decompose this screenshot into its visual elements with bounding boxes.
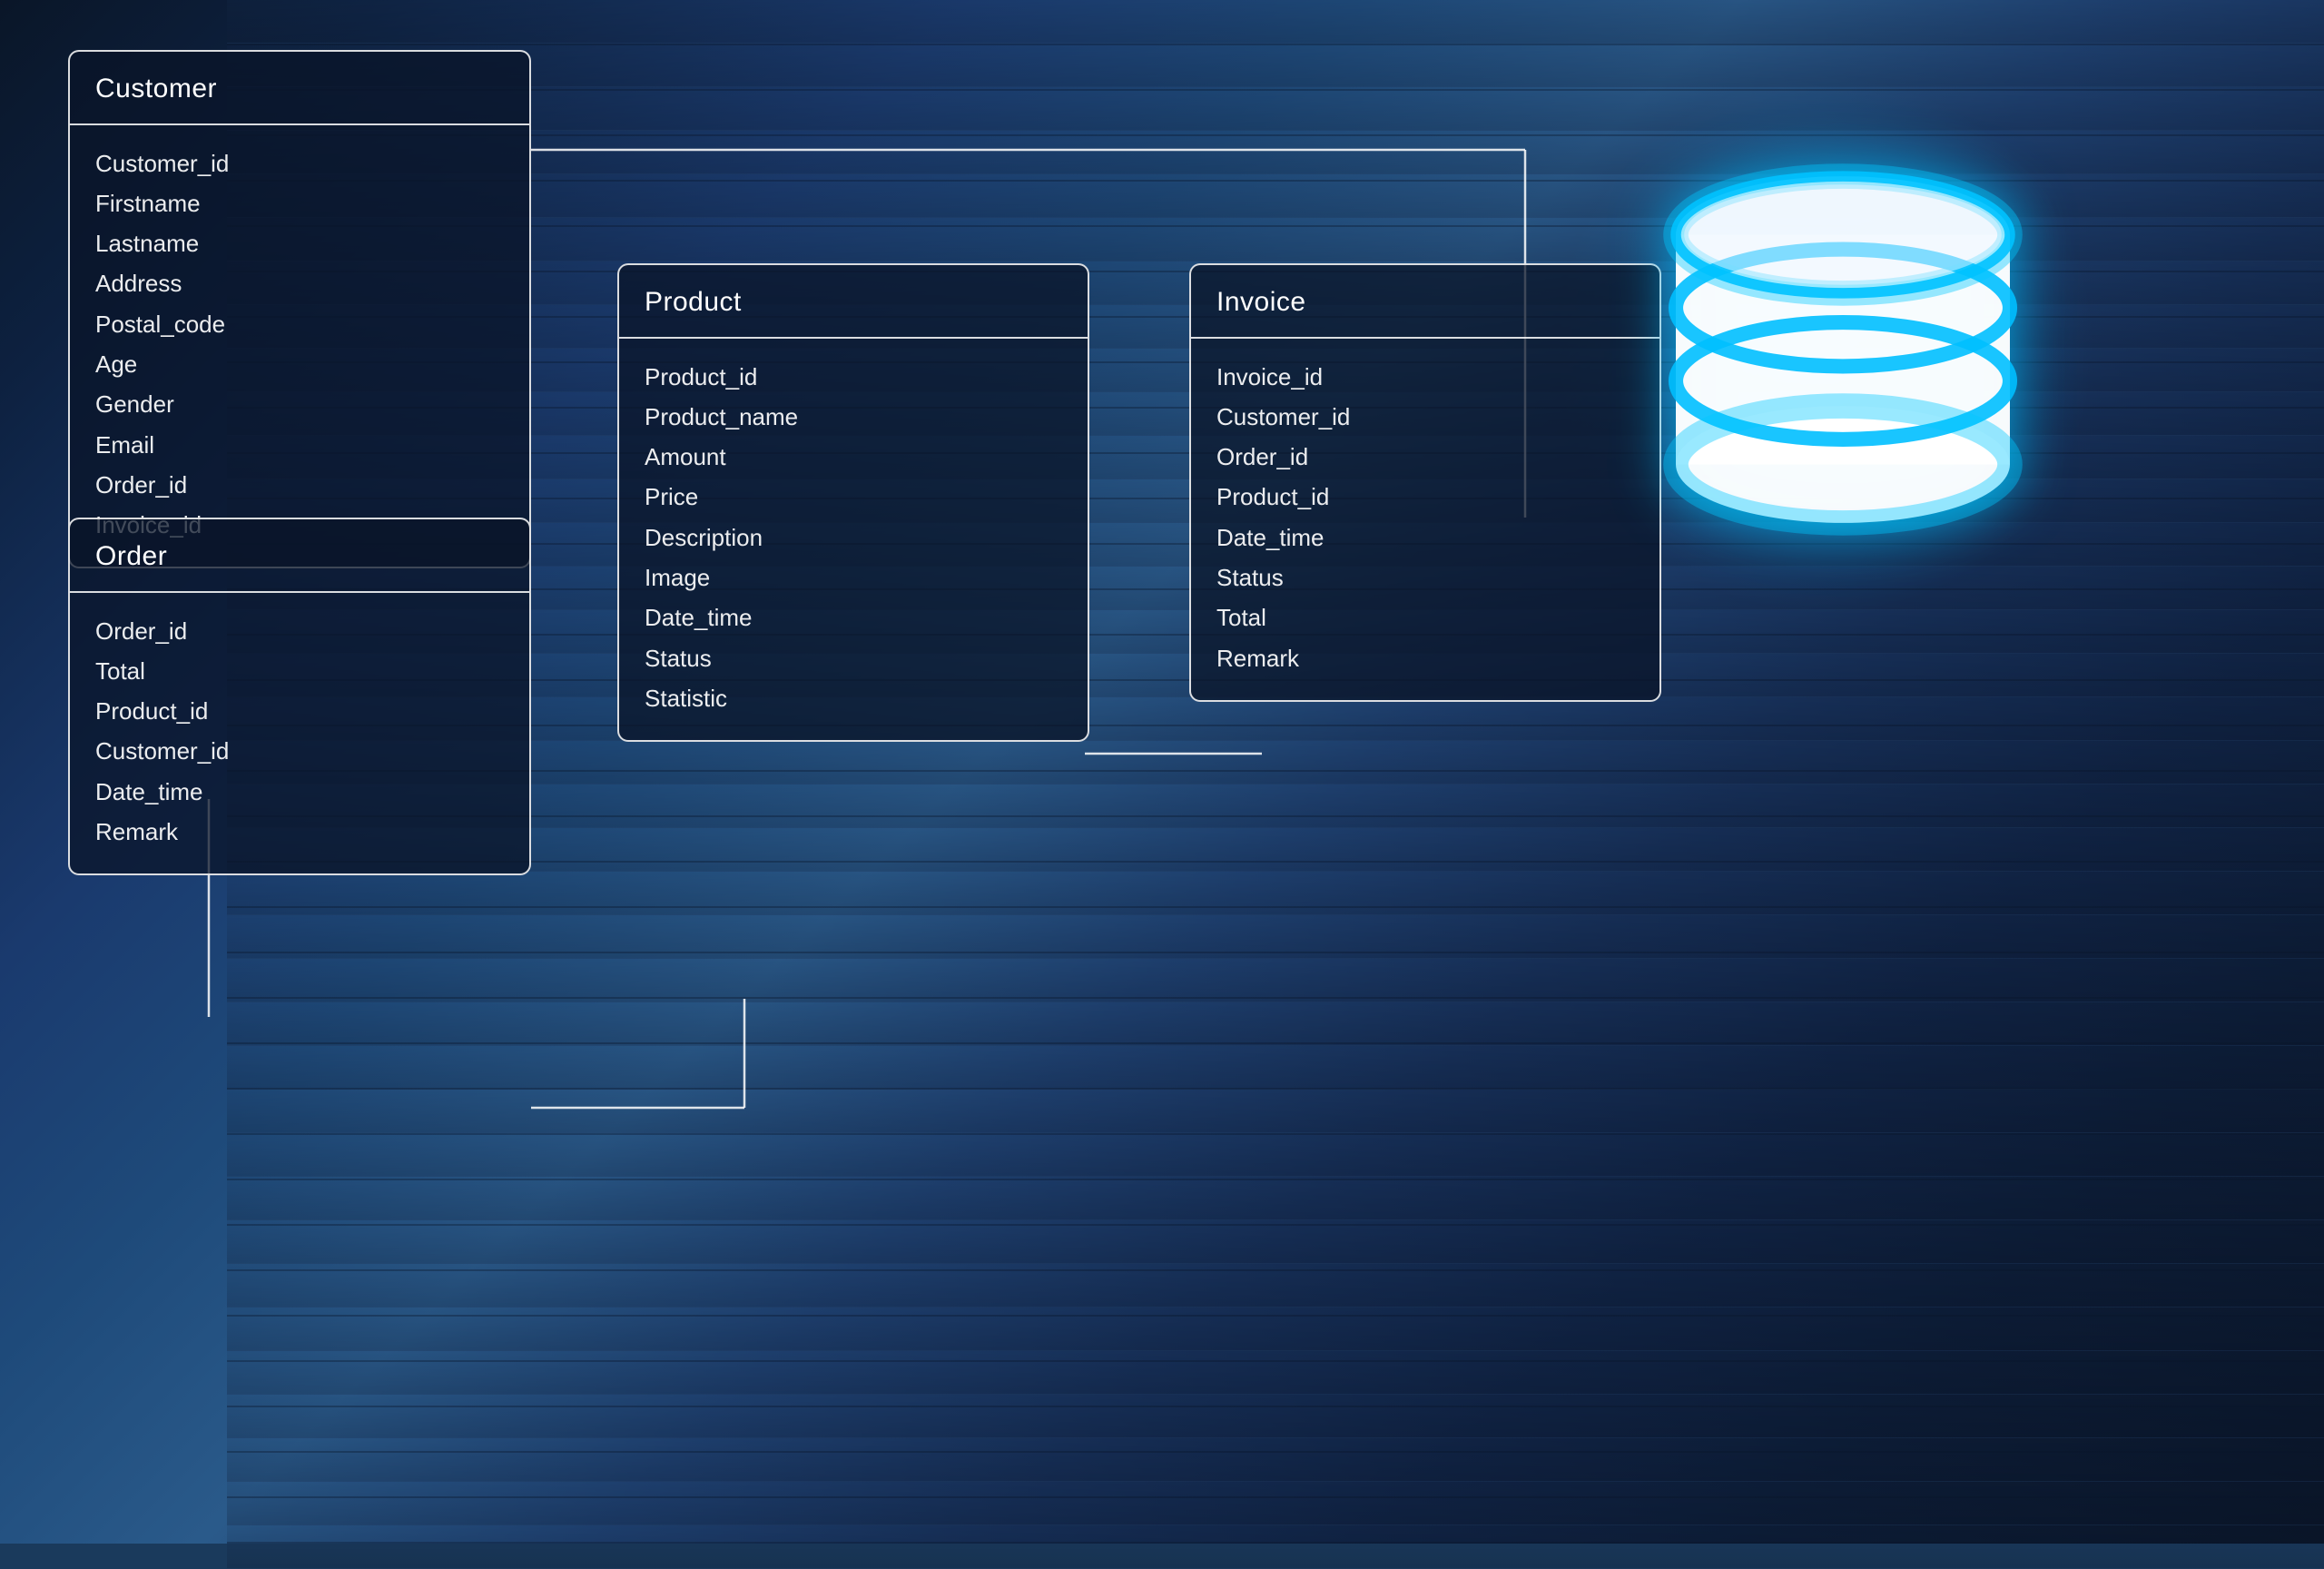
product-table-header: Product — [619, 265, 1088, 339]
table-field: Gender — [95, 384, 504, 424]
table-field: Lastname — [95, 223, 504, 263]
table-field: Description — [645, 518, 1062, 558]
table-field: Remark — [1216, 638, 1634, 678]
table-field: Total — [1216, 597, 1634, 637]
table-field: Postal_code — [95, 304, 504, 344]
table-field: Firstname — [95, 183, 504, 223]
table-field: Amount — [645, 437, 1062, 477]
table-field: Customer_id — [95, 143, 504, 183]
table-field: Status — [645, 638, 1062, 678]
table-field: Product_id — [95, 691, 504, 731]
database-icon-wrapper — [1634, 141, 2052, 558]
table-field: Date_time — [95, 772, 504, 812]
table-field: Address — [95, 263, 504, 303]
table-field: Product_name — [645, 397, 1062, 437]
table-field: Email — [95, 425, 504, 465]
database-svg-icon — [1634, 141, 2052, 558]
table-field: Product_id — [645, 357, 1062, 397]
table-field: Product_id — [1216, 477, 1634, 517]
table-field: Age — [95, 344, 504, 384]
order-table-header: Order — [70, 519, 529, 593]
customer-table-header: Customer — [70, 52, 529, 125]
table-field: Remark — [95, 812, 504, 852]
table-field: Total — [95, 651, 504, 691]
table-field: Date_time — [645, 597, 1062, 637]
table-field: Order_id — [1216, 437, 1634, 477]
table-field: Price — [645, 477, 1062, 517]
product-table-body: Product_idProduct_nameAmountPriceDescrip… — [619, 339, 1088, 741]
order-table: Order Order_idTotalProduct_idCustomer_id… — [68, 518, 531, 875]
invoice-table: Invoice Invoice_idCustomer_idOrder_idPro… — [1189, 263, 1661, 702]
customer-table-body: Customer_idFirstnameLastnameAddressPosta… — [70, 125, 529, 567]
table-field: Image — [645, 558, 1062, 597]
table-field: Order_id — [95, 465, 504, 505]
table-field: Invoice_id — [1216, 357, 1634, 397]
customer-title: Customer — [95, 74, 217, 104]
table-field: Statistic — [645, 678, 1062, 718]
product-table: Product Product_idProduct_nameAmountPric… — [617, 263, 1089, 742]
table-field: Customer_id — [1216, 397, 1634, 437]
table-field: Order_id — [95, 611, 504, 651]
invoice-title: Invoice — [1216, 287, 1306, 317]
order-table-body: Order_idTotalProduct_idCustomer_idDate_t… — [70, 593, 529, 874]
order-title: Order — [95, 541, 167, 571]
customer-table: Customer Customer_idFirstnameLastnameAdd… — [68, 50, 531, 568]
table-field: Status — [1216, 558, 1634, 597]
table-field: Date_time — [1216, 518, 1634, 558]
invoice-table-body: Invoice_idCustomer_idOrder_idProduct_idD… — [1191, 339, 1659, 700]
table-field: Customer_id — [95, 731, 504, 771]
product-title: Product — [645, 287, 742, 317]
invoice-table-header: Invoice — [1191, 265, 1659, 339]
